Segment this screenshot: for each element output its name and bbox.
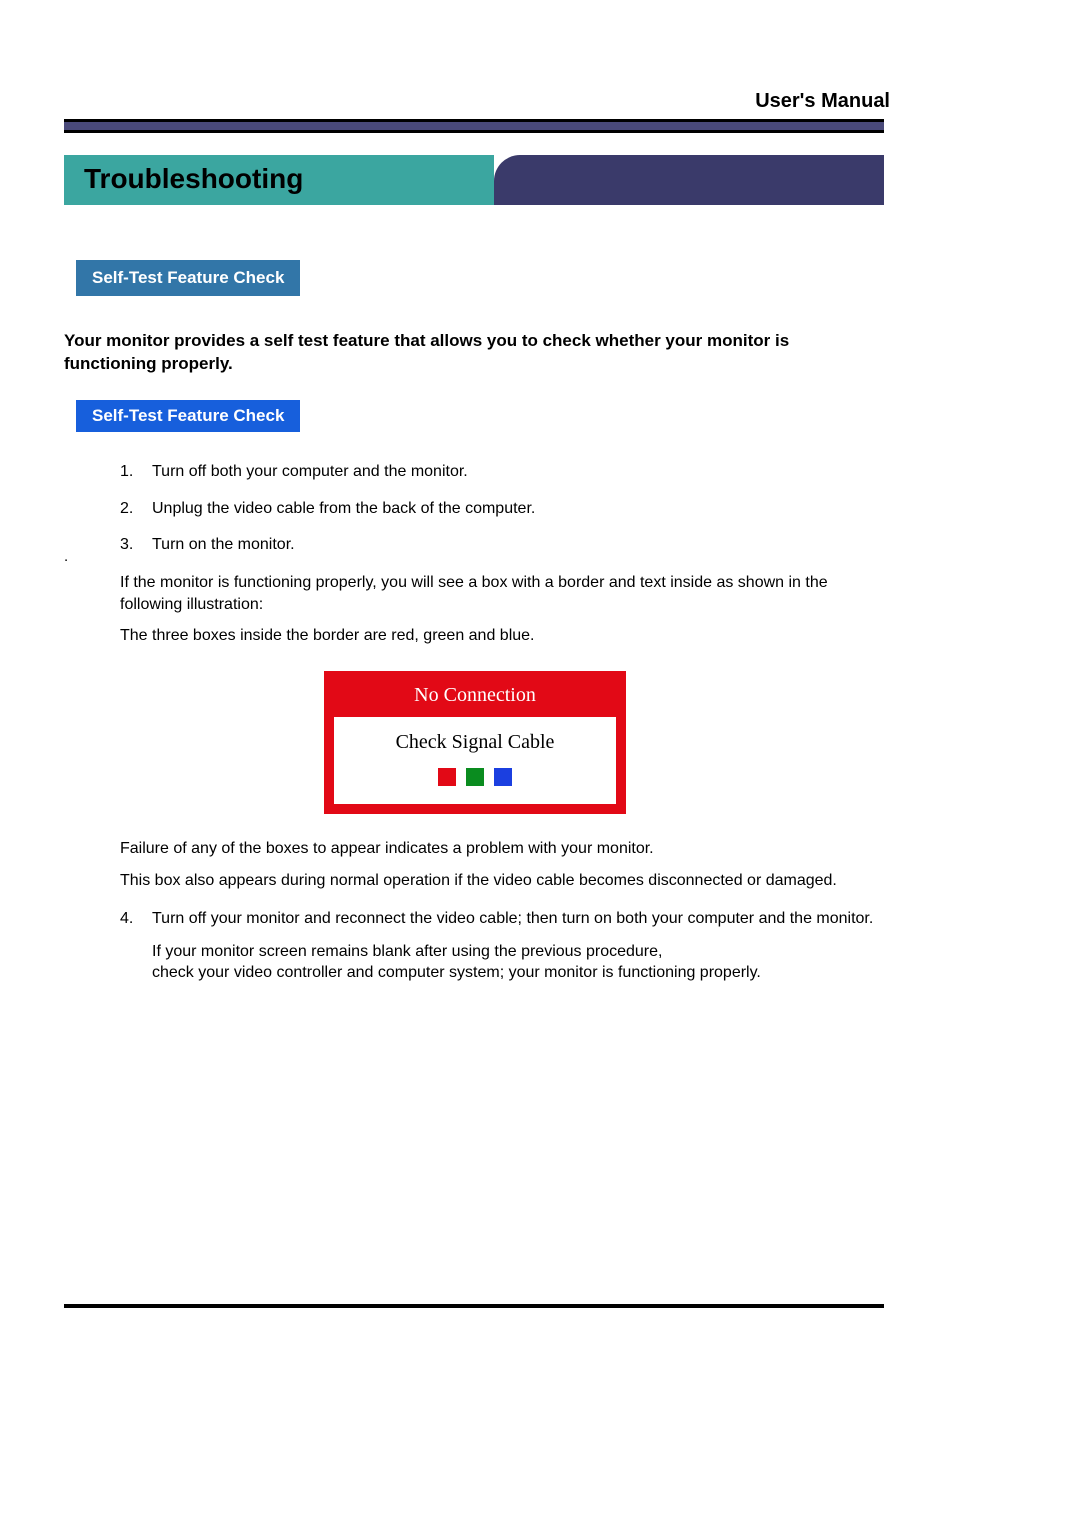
- step-4: Turn off your monitor and reconnect the …: [120, 909, 1010, 983]
- stray-period: .: [64, 548, 68, 565]
- section-title-bg-right: [494, 155, 884, 205]
- illustration-text: Check Signal Cable: [344, 731, 606, 754]
- para-after-illustration-a: Failure of any of the boxes to appear in…: [64, 838, 844, 860]
- subsection-badge-secondary: Self-Test Feature Check: [76, 400, 300, 432]
- steps-list-continued: Turn off your monitor and reconnect the …: [64, 909, 1010, 983]
- para-after-step3-b: The three boxes inside the border are re…: [64, 625, 844, 647]
- subsection-badge-primary: Self-Test Feature Check: [76, 260, 300, 296]
- step-2-text: Unplug the video cable from the back of …: [152, 500, 535, 517]
- section-title-banner: Troubleshooting: [64, 155, 1010, 205]
- step-1-text: Turn off both your computer and the moni…: [152, 463, 468, 480]
- footer-divider: [64, 1304, 884, 1308]
- step-4-sub-b: check your video controller and computer…: [152, 963, 1010, 984]
- square-green-icon: [466, 768, 484, 786]
- step-4-sub-a: If your monitor screen remains blank aft…: [152, 942, 1010, 963]
- no-connection-illustration: No Connection Check Signal Cable: [324, 671, 626, 814]
- illustration-title: No Connection: [334, 681, 616, 717]
- square-red-icon: [438, 768, 456, 786]
- step-3: Turn on the monitor.: [120, 535, 1010, 556]
- rgb-squares: [344, 768, 606, 786]
- step-4-text: Turn off your monitor and reconnect the …: [152, 910, 873, 927]
- header-divider-bar: [64, 119, 884, 133]
- step-1: Turn off both your computer and the moni…: [120, 462, 1010, 483]
- steps-list: Turn off both your computer and the moni…: [64, 462, 1010, 556]
- section-title: Troubleshooting: [84, 163, 303, 195]
- content-body: . Turn off both your computer and the mo…: [64, 462, 1010, 984]
- para-after-illustration-b: This box also appears during normal oper…: [64, 870, 844, 892]
- illustration-inner-box: Check Signal Cable: [334, 717, 616, 804]
- step-2: Unplug the video cable from the back of …: [120, 499, 1010, 520]
- intro-paragraph: Your monitor provides a self test featur…: [64, 330, 884, 376]
- para-after-step3-a: If the monitor is functioning properly, …: [64, 572, 844, 615]
- square-blue-icon: [494, 768, 512, 786]
- header-label: User's Manual: [70, 90, 1010, 119]
- step-3-text: Turn on the monitor.: [152, 536, 295, 553]
